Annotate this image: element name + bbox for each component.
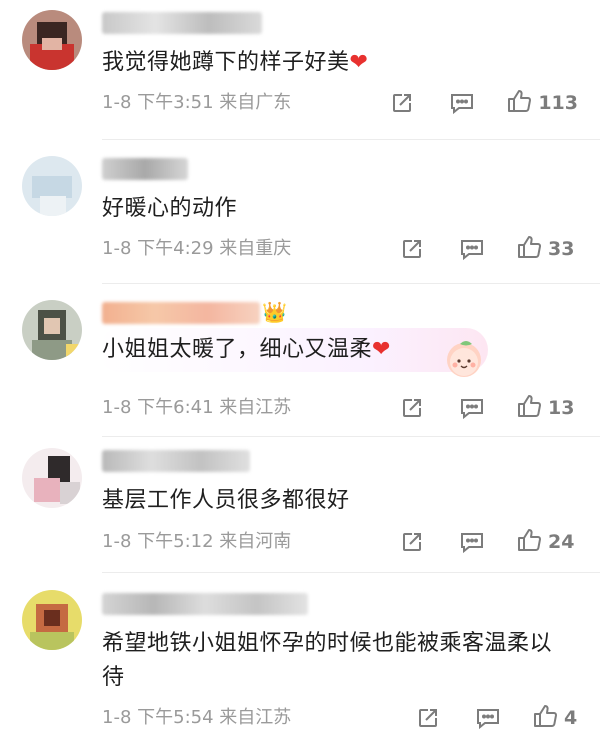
comment-location: 来自河南: [219, 531, 292, 552]
thumbs-up-icon: [516, 527, 542, 557]
comment-meta: 1-8 下午5:54 来自江苏: [102, 705, 291, 731]
comment-date: 1-8: [102, 531, 132, 552]
comment-time: 下午4:29: [137, 238, 214, 259]
share-icon[interactable]: [414, 706, 442, 730]
comment-meta: 1-8 下午6:41 来自江苏: [102, 395, 291, 421]
divider: [102, 283, 600, 284]
share-icon[interactable]: [398, 396, 426, 420]
username-blurred[interactable]: [102, 450, 250, 472]
share-icon[interactable]: [388, 91, 416, 115]
username-blurred[interactable]: [102, 593, 308, 615]
comment-date: 1-8: [102, 92, 132, 113]
thumbs-up-icon: [506, 88, 532, 118]
avatar[interactable]: [22, 156, 82, 216]
thumbs-up-icon: [516, 234, 542, 264]
reply-icon[interactable]: [448, 91, 476, 115]
heart-emoji: ❤: [372, 337, 391, 362]
comment-actions: 33: [398, 235, 578, 263]
comment-text: 好暖心的动作: [102, 196, 238, 221]
reply-icon[interactable]: [458, 237, 486, 261]
divider: [102, 436, 600, 437]
comment-date: 1-8: [102, 238, 132, 259]
crown-icon: 👑: [262, 300, 287, 324]
comment-actions: 4: [414, 704, 578, 732]
share-icon[interactable]: [398, 237, 426, 261]
like-button[interactable]: 33: [516, 234, 578, 264]
reply-icon[interactable]: [458, 396, 486, 420]
comment-date: 1-8: [102, 397, 132, 418]
comment-time: 下午5:54: [137, 707, 214, 728]
divider: [102, 139, 600, 140]
thumbs-up-icon: [516, 393, 542, 423]
comment-time: 下午3:51: [137, 92, 214, 113]
like-count: 113: [538, 92, 578, 114]
comment-actions: 113: [388, 89, 578, 117]
reply-icon[interactable]: [458, 530, 486, 554]
comment-text: 基层工作人员很多都很好: [102, 488, 350, 513]
comment-text: 小姐姐太暖了，细心又温柔❤: [102, 337, 391, 362]
share-icon[interactable]: [398, 530, 426, 554]
like-count: 33: [548, 238, 575, 260]
avatar[interactable]: [22, 448, 82, 508]
comment-actions: 13: [398, 394, 578, 422]
avatar[interactable]: [22, 300, 82, 360]
username-blurred[interactable]: [102, 158, 188, 180]
comment-time: 下午6:41: [137, 397, 214, 418]
comment-location: 来自江苏: [219, 397, 292, 418]
thumbs-up-icon: [532, 703, 558, 733]
heart-emoji: ❤: [349, 50, 369, 75]
like-button[interactable]: 113: [506, 88, 578, 118]
avatar[interactable]: [22, 590, 82, 650]
like-count: 4: [564, 707, 578, 729]
reply-icon[interactable]: [474, 706, 502, 730]
like-count: 13: [548, 397, 575, 419]
avatar[interactable]: [22, 10, 82, 70]
username-blurred[interactable]: [102, 302, 260, 324]
comment-location: 来自江苏: [219, 707, 292, 728]
username-blurred[interactable]: [102, 12, 262, 34]
comment-actions: 24: [398, 528, 578, 556]
comment-text: 我觉得她蹲下的样子好美❤: [102, 50, 369, 75]
comment-time: 下午5:12: [137, 531, 214, 552]
divider: [102, 572, 600, 573]
comment-text: 希望地铁小姐姐怀孕的时候也能被乘客温柔以待: [102, 631, 553, 690]
like-count: 24: [548, 531, 575, 553]
comment-meta: 1-8 下午4:29 来自重庆: [102, 236, 291, 262]
like-button[interactable]: 4: [532, 703, 578, 733]
comment-location: 来自重庆: [219, 238, 292, 259]
comment-location: 来自广东: [219, 92, 292, 113]
comment-meta: 1-8 下午3:51 来自广东: [102, 90, 291, 116]
like-button[interactable]: 13: [516, 393, 578, 423]
like-button[interactable]: 24: [516, 527, 578, 557]
comment-meta: 1-8 下午5:12 来自河南: [102, 529, 291, 555]
comment-date: 1-8: [102, 707, 132, 728]
